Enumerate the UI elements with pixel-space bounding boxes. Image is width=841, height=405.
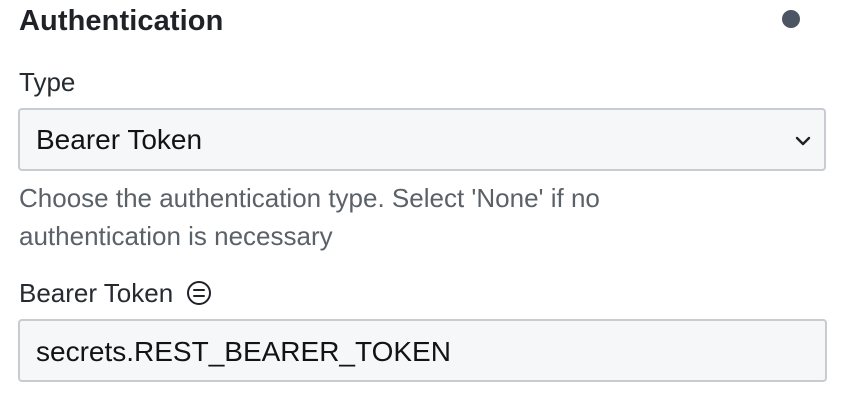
authentication-type-select[interactable]: Bearer Token — [18, 108, 826, 171]
selected-type-value: Bearer Token — [36, 124, 203, 155]
chevron-down-icon — [795, 136, 811, 146]
bearer-token-label-row: Bearer Token — [19, 276, 213, 310]
section-title: Authentication — [19, 5, 224, 37]
bearer-token-input[interactable]: secrets.REST_BEARER_TOKEN — [18, 319, 827, 382]
type-helper-text: Choose the authentication type. Select '… — [19, 183, 600, 251]
authentication-panel: Authentication Type Bearer Token Choose … — [0, 0, 841, 405]
bearer-token-value: secrets.REST_BEARER_TOKEN — [36, 336, 451, 367]
bearer-token-label: Bearer Token — [19, 278, 174, 308]
secret-reference-icon[interactable] — [185, 279, 213, 307]
type-label: Type — [19, 67, 76, 97]
status-dot-icon — [782, 10, 800, 28]
